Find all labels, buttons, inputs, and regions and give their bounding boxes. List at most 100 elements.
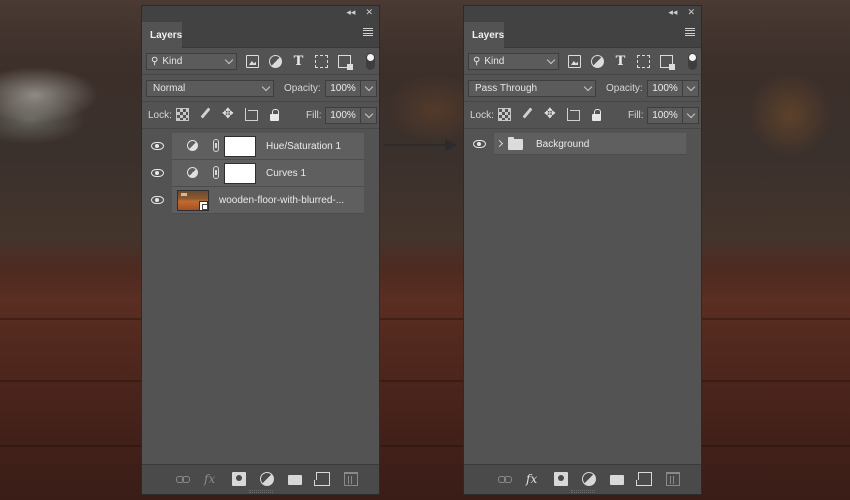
lock-artboard-icon[interactable]	[567, 108, 580, 121]
chevron-right-icon[interactable]	[495, 139, 504, 148]
layer-style-fx-icon[interactable]: fx	[204, 472, 218, 486]
smart-object-badge-icon	[199, 201, 208, 211]
add-mask-icon[interactable]	[232, 472, 246, 486]
panel-title-bar: ◂◂ ✕	[142, 6, 379, 18]
opacity-input[interactable]: 100%	[325, 80, 361, 97]
opacity-input[interactable]: 100%	[647, 80, 683, 97]
lock-image-pixels-icon[interactable]	[199, 108, 212, 121]
chevron-down-icon	[546, 55, 556, 65]
blend-mode-select[interactable]: Normal	[146, 80, 274, 97]
filter-toggle-switch[interactable]	[688, 53, 697, 70]
eye-visibility-icon[interactable]	[151, 196, 164, 204]
layers-panel-after: ◂◂ ✕ Layers ⚲ Kind T Pass Through Opacit…	[463, 5, 702, 495]
collapse-panel-icon[interactable]: ◂◂	[346, 6, 355, 18]
visibility-column	[142, 187, 172, 214]
adjustment-filter-icon[interactable]	[591, 55, 604, 68]
fill-dropdown-button[interactable]	[682, 107, 699, 124]
close-panel-icon[interactable]: ✕	[365, 6, 373, 18]
layer-name[interactable]: Hue/Saturation 1	[266, 141, 341, 152]
eye-visibility-icon[interactable]	[473, 140, 486, 148]
fill-input[interactable]: 100%	[647, 107, 683, 124]
table-plank-seam	[0, 318, 850, 320]
layer-row-curves[interactable]: Curves 1	[142, 160, 364, 187]
tab-layers[interactable]: Layers	[464, 22, 504, 48]
delete-layer-trash-icon[interactable]	[666, 472, 680, 486]
filter-row: ⚲ Kind T	[142, 48, 379, 75]
tab-layers[interactable]: Layers	[142, 22, 182, 48]
pixel-filter-icon[interactable]	[246, 55, 259, 68]
lock-artboard-icon[interactable]	[245, 108, 258, 121]
filter-row: ⚲ Kind T	[464, 48, 701, 75]
panel-title-bar: ◂◂ ✕	[464, 6, 701, 18]
lock-position-icon[interactable]	[544, 106, 557, 122]
filter-kind-label: Kind	[484, 56, 505, 67]
lock-image-pixels-icon[interactable]	[521, 108, 534, 121]
lock-all-icon[interactable]	[590, 108, 603, 121]
delete-layer-trash-icon[interactable]	[344, 472, 358, 486]
lock-position-icon[interactable]	[222, 106, 235, 122]
panel-menu-icon[interactable]	[363, 28, 373, 36]
panel-resize-grip[interactable]	[249, 490, 273, 493]
link-layers-icon[interactable]	[498, 472, 512, 486]
background-photo	[0, 0, 850, 500]
search-icon: ⚲	[473, 56, 481, 67]
table-plank-seam	[0, 445, 850, 447]
search-icon: ⚲	[151, 56, 159, 67]
shape-filter-icon[interactable]	[315, 55, 328, 68]
blend-mode-value: Normal	[153, 83, 186, 94]
lock-all-icon[interactable]	[268, 108, 281, 121]
type-filter-icon[interactable]: T	[292, 55, 305, 68]
panel-resize-grip[interactable]	[571, 490, 595, 493]
opacity-dropdown-button[interactable]	[682, 80, 699, 97]
layer-mask-thumbnail[interactable]	[224, 163, 256, 184]
adjustment-filter-icon[interactable]	[269, 55, 282, 68]
layer-group-background[interactable]: Background	[464, 133, 686, 155]
group-name[interactable]: Background	[536, 139, 589, 150]
opacity-dropdown-button[interactable]	[360, 80, 377, 97]
new-group-folder-icon[interactable]	[610, 475, 624, 485]
new-adjustment-layer-icon[interactable]	[582, 472, 596, 486]
new-layer-icon[interactable]	[314, 472, 330, 486]
new-layer-icon[interactable]	[636, 472, 652, 486]
layer-mask-thumbnail[interactable]	[224, 136, 256, 157]
mask-link-icon[interactable]	[213, 139, 219, 152]
chevron-down-icon	[261, 82, 271, 92]
filter-toggle-switch[interactable]	[366, 53, 375, 70]
blend-mode-select[interactable]: Pass Through	[468, 80, 596, 97]
close-panel-icon[interactable]: ✕	[687, 6, 695, 18]
layer-name[interactable]: Curves 1	[266, 168, 306, 179]
visibility-column	[464, 133, 494, 155]
blend-mode-value: Pass Through	[475, 83, 538, 94]
eye-visibility-icon[interactable]	[151, 142, 164, 150]
filter-kind-select[interactable]: ⚲ Kind	[468, 53, 559, 70]
fill-input[interactable]: 100%	[325, 107, 361, 124]
add-mask-icon[interactable]	[554, 472, 568, 486]
layer-row-wooden-floor[interactable]: wooden-floor-with-blurred-...	[142, 187, 364, 214]
new-adjustment-layer-icon[interactable]	[260, 472, 274, 486]
fill-dropdown-button[interactable]	[360, 107, 377, 124]
eye-visibility-icon[interactable]	[151, 169, 164, 177]
adjustment-layer-icon	[187, 167, 198, 178]
new-group-folder-icon[interactable]	[288, 475, 302, 485]
smart-object-filter-icon[interactable]	[660, 55, 675, 70]
panel-tab-bar: Layers	[142, 18, 379, 48]
chevron-down-icon	[224, 55, 234, 65]
lock-transparent-pixels-icon[interactable]	[498, 108, 511, 121]
mask-link-icon[interactable]	[213, 166, 219, 179]
smart-object-filter-icon[interactable]	[338, 55, 353, 70]
filter-kind-select[interactable]: ⚲ Kind	[146, 53, 237, 70]
layer-name[interactable]: wooden-floor-with-blurred-...	[219, 195, 344, 206]
layers-list: Hue/Saturation 1 Curves 1 wooden-floor-w…	[142, 133, 379, 464]
table-plank-seam	[0, 380, 850, 382]
shape-filter-icon[interactable]	[637, 55, 650, 68]
visibility-column	[142, 160, 172, 187]
lock-transparent-pixels-icon[interactable]	[176, 108, 189, 121]
pixel-filter-icon[interactable]	[568, 55, 581, 68]
collapse-panel-icon[interactable]: ◂◂	[668, 6, 677, 18]
type-filter-icon[interactable]: T	[614, 55, 627, 68]
panel-menu-icon[interactable]	[685, 28, 695, 36]
link-layers-icon[interactable]	[176, 472, 190, 486]
lock-label: Lock:	[148, 110, 172, 121]
layer-style-fx-icon[interactable]: fx	[526, 472, 540, 486]
layer-row-hue-saturation[interactable]: Hue/Saturation 1	[142, 133, 364, 160]
